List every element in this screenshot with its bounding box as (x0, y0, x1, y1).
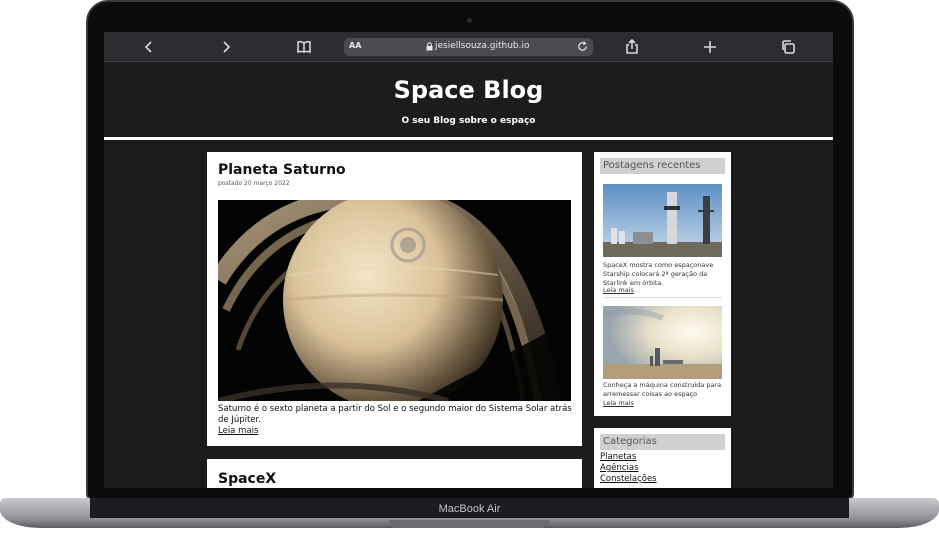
recent-posts-heading: Postagens recentes (600, 158, 725, 174)
read-more-link[interactable]: Leia mais (603, 286, 634, 294)
categories-widget: Categorias Planetas Agências Constelaçõe… (594, 428, 731, 488)
post-excerpt: Saturno é o sexto planeta a partir do So… (218, 404, 572, 425)
site-subtitle: O seu Blog sobre o espaço (401, 116, 536, 126)
post-title[interactable]: Planeta Saturno (218, 162, 346, 178)
recent-post-text: Conheça a máquina construída para arreme… (603, 381, 722, 398)
tabs-overview-icon[interactable] (778, 37, 798, 57)
text-size-button[interactable]: AA (349, 41, 361, 50)
recent-post-text: SpaceX mostra como espaçonave Starship c… (603, 261, 714, 287)
category-link-agencias[interactable]: Agências (600, 463, 639, 473)
trackpad-notch (389, 520, 549, 528)
laptop-mockup: AA jesiellsouza.github.io Space Blog O s… (0, 0, 939, 539)
divider (603, 297, 722, 298)
back-icon[interactable] (139, 37, 159, 57)
bookmarks-icon[interactable] (294, 37, 314, 57)
post-card: Planeta Saturno postado 20 março 2022 Sa… (207, 152, 582, 446)
launcher-thumbnail[interactable] (603, 306, 722, 379)
read-more-link[interactable]: Leia mais (218, 426, 258, 436)
category-link-constelacoes[interactable]: Constelações (600, 474, 657, 484)
site-title[interactable]: Space Blog (104, 76, 833, 104)
post-date: postado 20 março 2022 (218, 180, 290, 187)
address-bar[interactable]: AA jesiellsouza.github.io (344, 38, 593, 56)
categories-heading: Categorias (600, 434, 725, 450)
browser-screen: AA jesiellsouza.github.io Space Blog O s… (104, 32, 833, 488)
recent-posts-widget: Postagens recentes SpaceX mostra como es… (594, 152, 731, 416)
post-title[interactable]: SpaceX (218, 471, 276, 487)
device-model-label: MacBook Air (438, 503, 501, 515)
site-header: Space Blog O seu Blog sobre o espaço (104, 63, 833, 140)
reload-icon[interactable] (576, 40, 589, 53)
forward-icon[interactable] (216, 37, 236, 57)
starship-thumbnail[interactable] (603, 184, 722, 257)
category-link-planetas[interactable]: Planetas (600, 452, 636, 462)
lock-icon (426, 42, 433, 51)
read-more-link[interactable]: Leia mais (603, 399, 634, 407)
post-card: SpaceX (207, 459, 582, 488)
saturn-image (218, 200, 571, 401)
browser-toolbar: AA jesiellsouza.github.io (104, 32, 833, 62)
camera (467, 18, 472, 23)
url-text: jesiellsouza.github.io (435, 41, 530, 51)
share-icon[interactable] (622, 37, 642, 57)
new-tab-icon[interactable] (700, 37, 720, 57)
